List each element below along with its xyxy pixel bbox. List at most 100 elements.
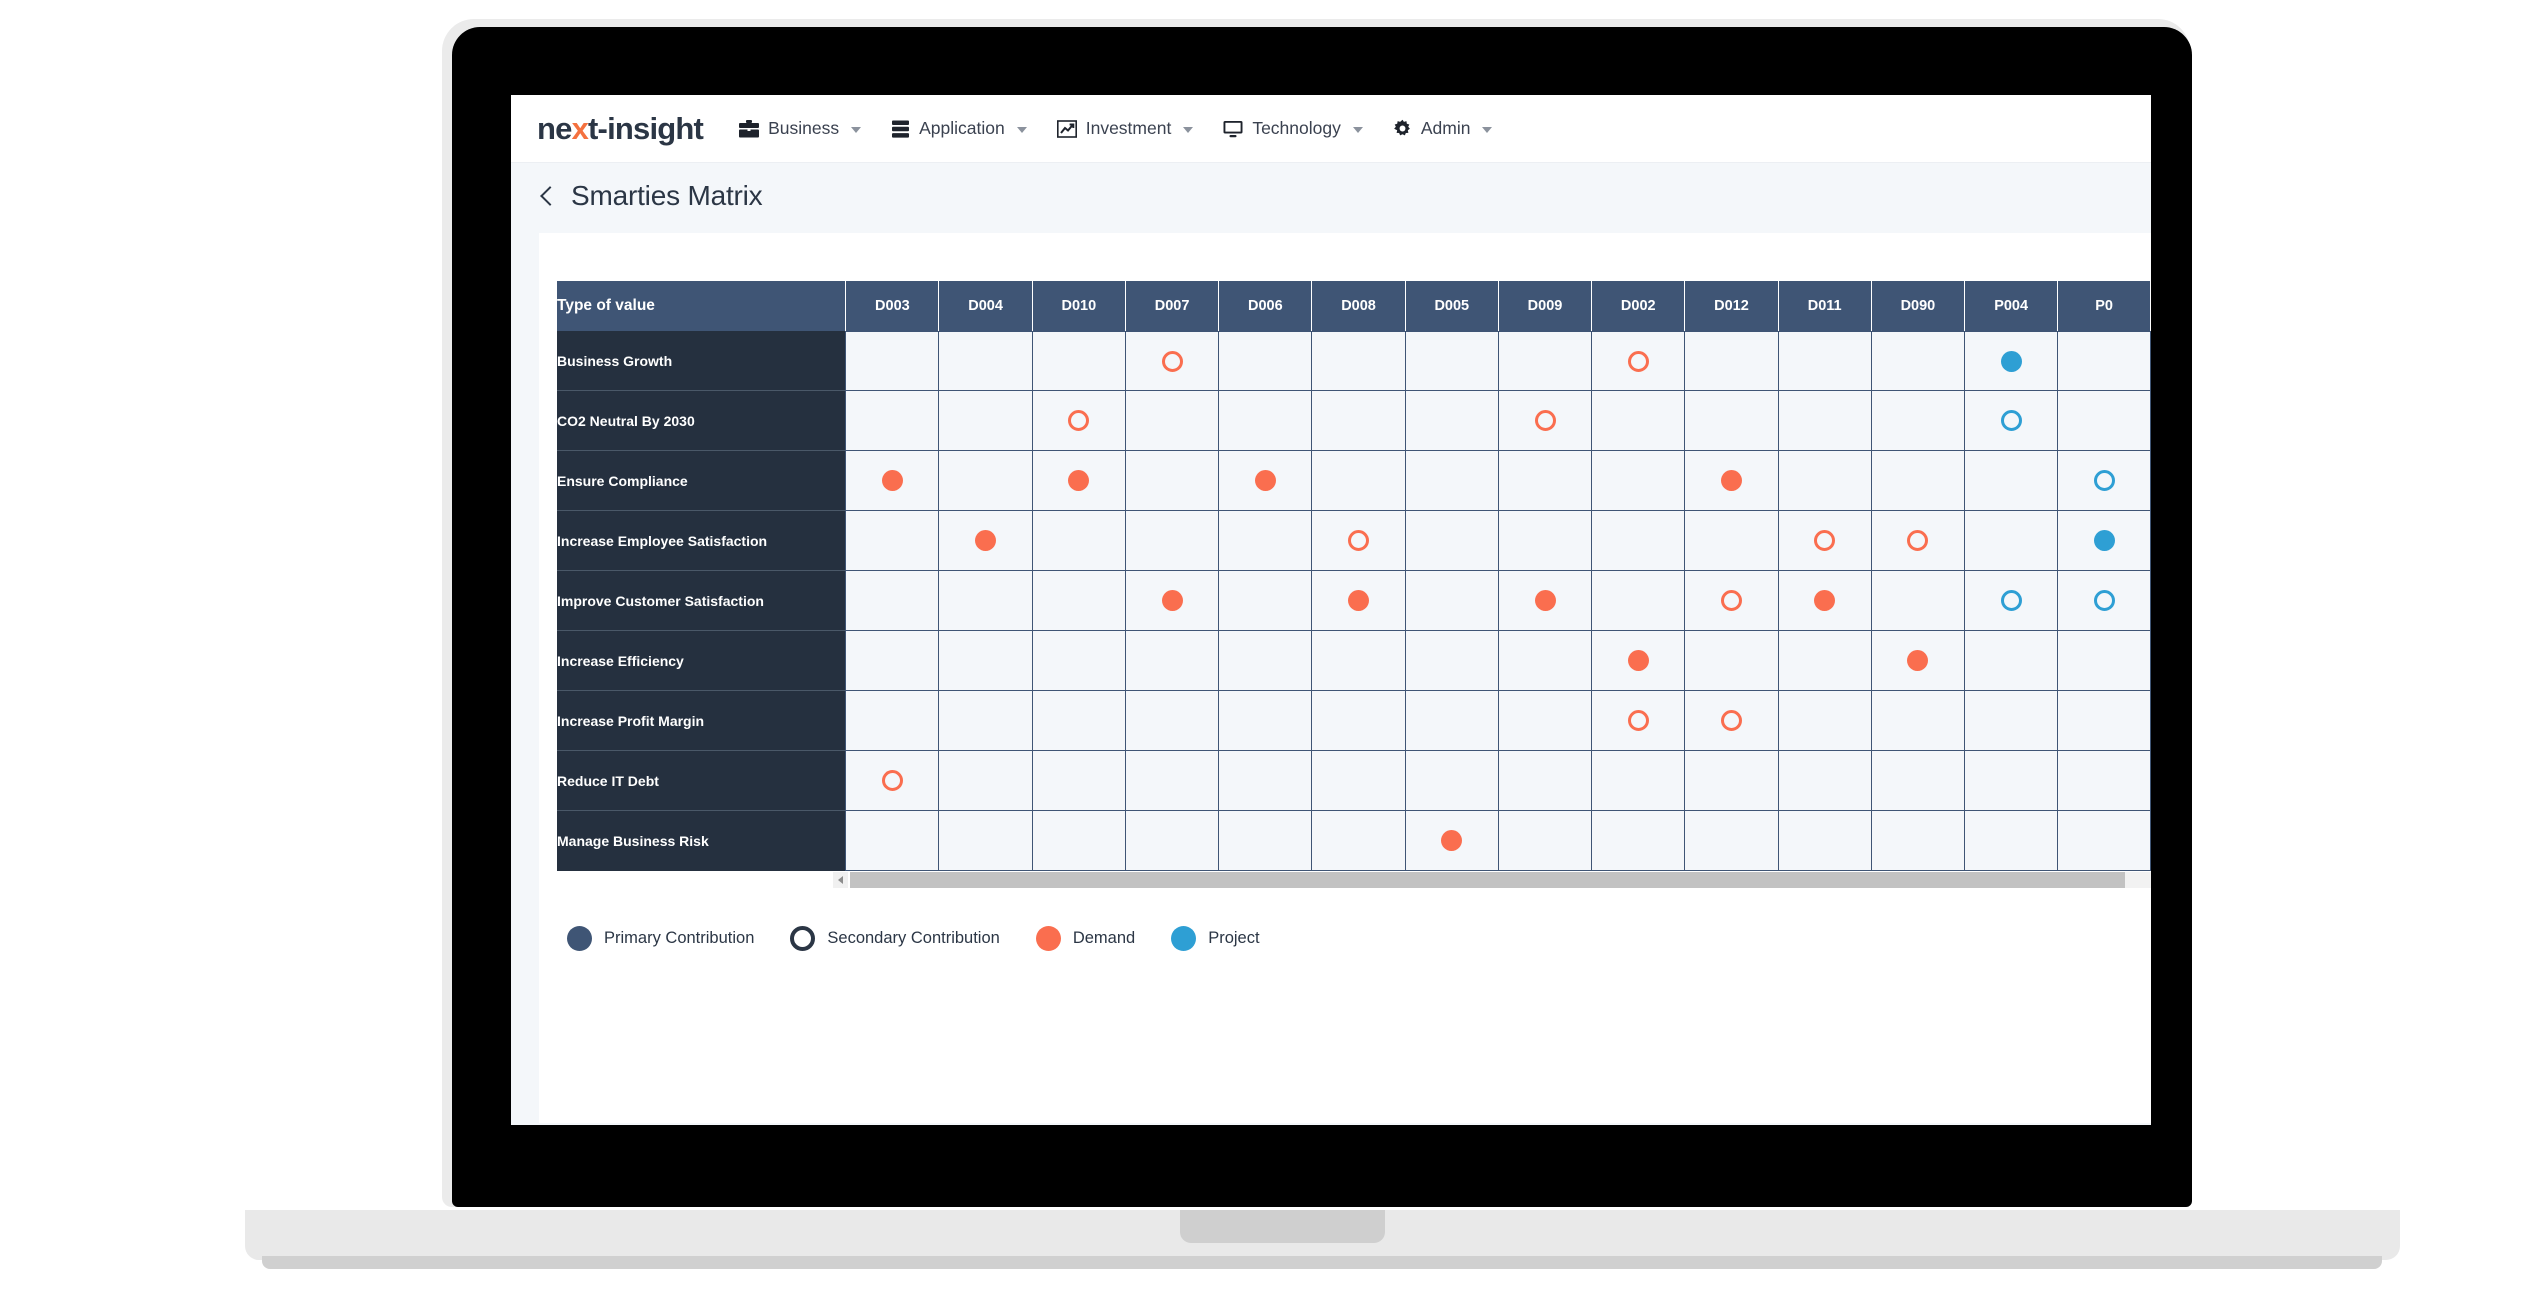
matrix-cell[interactable] [1592,691,1686,751]
matrix-cell[interactable] [2058,511,2151,571]
matrix-cell[interactable] [1592,631,1686,691]
matrix-cell[interactable] [1592,511,1686,571]
matrix-cell[interactable] [846,511,940,571]
matrix-cell[interactable] [1685,451,1779,511]
matrix-cell[interactable] [1032,511,1126,571]
matrix-cell[interactable] [1219,751,1313,811]
matrix-cell[interactable] [1871,571,1966,631]
matrix-cell[interactable] [939,691,1033,751]
matrix-cell[interactable] [1125,331,1220,391]
matrix-cell[interactable] [1685,631,1779,691]
matrix-cell[interactable] [846,691,940,751]
matrix-cell[interactable] [2058,331,2151,391]
matrix-cell[interactable] [1219,811,1313,871]
matrix-cell[interactable] [1032,811,1126,871]
matrix-cell[interactable] [939,451,1033,511]
nav-item-technology[interactable]: Technology [1223,118,1363,139]
matrix-cell[interactable] [1498,391,1593,451]
matrix-cell[interactable] [939,571,1033,631]
matrix-cell[interactable] [846,571,940,631]
matrix-cell[interactable] [1965,511,2059,571]
matrix-cell[interactable] [846,631,940,691]
matrix-horizontal-scrollbar[interactable] [557,872,2151,888]
matrix-cell[interactable] [1498,751,1593,811]
nav-item-admin[interactable]: Admin [1393,118,1493,139]
matrix-cell[interactable] [1685,751,1779,811]
matrix-cell[interactable] [1965,331,2059,391]
matrix-cell[interactable] [1405,511,1499,571]
matrix-cell[interactable] [939,631,1033,691]
matrix-cell[interactable] [1312,631,1406,691]
matrix-cell[interactable] [846,331,940,391]
matrix-cell[interactable] [1778,811,1872,871]
matrix-cell[interactable] [1219,691,1313,751]
matrix-cell[interactable] [1032,571,1126,631]
matrix-cell[interactable] [1965,451,2059,511]
matrix-cell[interactable] [1498,811,1593,871]
matrix-cell[interactable] [939,751,1033,811]
matrix-cell[interactable] [1312,571,1406,631]
matrix-cell[interactable] [1685,571,1779,631]
matrix-cell[interactable] [2058,811,2151,871]
matrix-cell[interactable] [1032,451,1126,511]
matrix-cell[interactable] [846,751,940,811]
matrix-cell[interactable] [1592,571,1686,631]
matrix-cell[interactable] [1965,391,2059,451]
matrix-cell[interactable] [939,811,1033,871]
matrix-cell[interactable] [1032,751,1126,811]
matrix-cell[interactable] [1778,571,1872,631]
scrollbar-track[interactable] [850,872,2151,888]
matrix-cell[interactable] [2058,571,2151,631]
matrix-cell[interactable] [1219,451,1313,511]
matrix-cell[interactable] [1871,691,1966,751]
matrix-cell[interactable] [1219,631,1313,691]
matrix-cell[interactable] [1125,691,1220,751]
matrix-cell[interactable] [1032,391,1126,451]
matrix-cell[interactable] [939,391,1033,451]
caret-left-icon[interactable] [833,872,848,888]
matrix-cell[interactable] [1312,811,1406,871]
matrix-cell[interactable] [1871,331,1966,391]
matrix-cell[interactable] [1219,511,1313,571]
matrix-cell[interactable] [1685,331,1779,391]
matrix-cell[interactable] [1592,811,1686,871]
matrix-cell[interactable] [1125,811,1220,871]
matrix-cell[interactable] [2058,631,2151,691]
matrix-cell[interactable] [1125,571,1220,631]
matrix-cell[interactable] [1405,571,1499,631]
matrix-cell[interactable] [1405,751,1499,811]
matrix-cell[interactable] [1778,451,1872,511]
nav-item-business[interactable]: Business [739,118,862,139]
matrix-cell[interactable] [1405,691,1499,751]
matrix-cell[interactable] [2058,391,2151,451]
matrix-cell[interactable] [1125,511,1220,571]
matrix-cell[interactable] [1498,451,1593,511]
matrix-cell[interactable] [1498,331,1593,391]
matrix-cell[interactable] [1032,331,1126,391]
matrix-cell[interactable] [1871,811,1966,871]
matrix-cell[interactable] [1498,571,1593,631]
matrix-cell[interactable] [1778,511,1872,571]
matrix-cell[interactable] [1871,751,1966,811]
matrix-cell[interactable] [1778,391,1872,451]
matrix-cell[interactable] [1219,391,1313,451]
matrix-cell[interactable] [1965,691,2059,751]
matrix-cell[interactable] [1778,751,1872,811]
matrix-cell[interactable] [1405,331,1499,391]
matrix-cell[interactable] [2058,751,2151,811]
matrix-scroll-container[interactable]: Type of value D003 D004 D010 D007 D006 D008 D0… [557,281,2151,871]
matrix-cell[interactable] [1312,691,1406,751]
matrix-cell[interactable] [1498,511,1593,571]
matrix-cell[interactable] [1685,691,1779,751]
matrix-cell[interactable] [1965,811,2059,871]
matrix-cell[interactable] [1125,751,1220,811]
matrix-cell[interactable] [1032,631,1126,691]
matrix-cell[interactable] [1125,451,1220,511]
matrix-cell[interactable] [1125,631,1220,691]
matrix-cell[interactable] [1032,691,1126,751]
matrix-cell[interactable] [1125,391,1220,451]
matrix-cell[interactable] [1405,811,1499,871]
app-logo[interactable]: next-insight [537,111,704,147]
matrix-cell[interactable] [1965,571,2059,631]
matrix-cell[interactable] [846,451,940,511]
